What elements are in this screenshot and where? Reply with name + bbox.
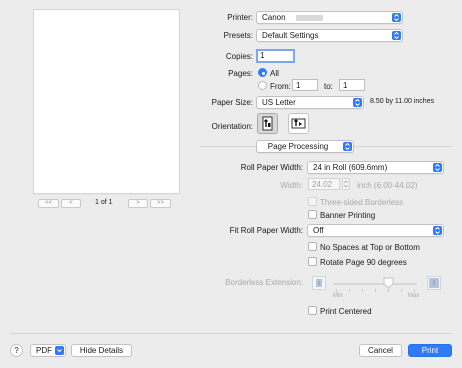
portrait-icon <box>262 116 273 131</box>
section-value: Page Processing <box>267 142 329 151</box>
landscape-orientation-button[interactable] <box>288 113 309 134</box>
cancel-button[interactable]: Cancel <box>359 344 402 357</box>
presets-value: Default Settings <box>262 31 319 40</box>
first-page-button[interactable]: << <box>38 199 59 208</box>
footer-separator <box>10 333 452 334</box>
slider-thumb[interactable] <box>383 277 394 289</box>
width-stepper[interactable] <box>342 178 350 190</box>
section-popup[interactable]: Page Processing <box>256 140 354 153</box>
chevron-updown-icon <box>433 163 442 172</box>
max-extension-icon <box>427 276 441 290</box>
fit-roll-paper-width-popup[interactable]: Off <box>307 224 444 237</box>
slider-tick <box>388 289 389 292</box>
three-sided-borderless-label: Three-sided Borderless <box>320 198 404 207</box>
landscape-icon <box>291 118 306 129</box>
roll-paper-width-value: 24 in Roll (609.6mm) <box>313 163 388 172</box>
no-spaces-checkbox[interactable] <box>308 242 317 251</box>
redacted-printer-model <box>296 15 323 21</box>
print-button[interactable]: Print <box>408 344 452 357</box>
width-field[interactable]: 24.02 <box>308 178 340 190</box>
slider-tick <box>414 289 415 292</box>
orientation-label: Orientation: <box>211 122 253 131</box>
pdf-label: PDF <box>36 346 52 355</box>
print-centered-checkbox[interactable] <box>308 306 317 315</box>
slider-tick <box>349 289 350 292</box>
chevron-updown-icon <box>392 13 401 22</box>
roll-paper-width-popup[interactable]: 24 in Roll (609.6mm) <box>307 161 444 174</box>
slider-tick <box>362 289 363 292</box>
print-centered-label: Print Centered <box>320 307 372 316</box>
printer-popup[interactable]: Canon <box>256 11 403 24</box>
rotate-page-checkbox[interactable] <box>308 257 317 266</box>
borderless-extension-slider[interactable] <box>333 283 417 285</box>
slider-tick <box>375 289 376 292</box>
pages-all-label: All <box>270 69 279 78</box>
chevron-updown-icon <box>433 226 442 235</box>
paper-dimensions: 8.50 by 11.00 inches <box>370 98 435 105</box>
presets-popup[interactable]: Default Settings <box>256 29 403 42</box>
page-preview <box>34 10 179 193</box>
next-page-button[interactable]: > <box>128 199 148 208</box>
width-unit: inch (6.00-44.02) <box>357 181 418 190</box>
last-page-button[interactable]: >> <box>150 199 171 208</box>
banner-printing-label: Banner Printing <box>320 211 376 220</box>
slider-tick <box>401 289 402 292</box>
portrait-orientation-button[interactable] <box>257 113 278 134</box>
previous-page-button[interactable]: < <box>61 199 81 208</box>
hide-details-button[interactable]: Hide Details <box>71 344 132 357</box>
stepper-arrows-icon <box>343 180 349 188</box>
borderless-extension-label: Borderless Extension: <box>225 278 303 287</box>
printer-value: Canon <box>262 13 286 22</box>
fit-roll-paper-width-value: Off <box>313 226 324 235</box>
copies-label: Copies: <box>225 52 253 61</box>
chevron-updown-icon <box>343 142 352 151</box>
pages-range-radio[interactable] <box>258 81 267 90</box>
help-button[interactable]: ? <box>10 344 23 357</box>
paper-size-popup[interactable]: US Letter <box>256 96 364 109</box>
paper-size-label: Paper Size: <box>211 98 253 107</box>
rotate-page-label: Rotate Page 90 degrees <box>320 258 407 267</box>
copies-field[interactable]: 1 <box>256 49 295 63</box>
printer-label: Printer: <box>227 13 253 22</box>
chevron-down-icon <box>55 346 64 355</box>
pdf-menu-button[interactable]: PDF <box>30 344 66 357</box>
slider-max-label: Max <box>408 293 420 299</box>
pages-to-field[interactable]: 1 <box>339 79 365 91</box>
pages-from-label: From: <box>270 82 291 91</box>
chevron-updown-icon <box>353 98 362 107</box>
slider-tick <box>336 289 337 292</box>
pages-to-label: to: <box>324 82 333 91</box>
presets-label: Presets: <box>223 31 253 40</box>
width-label: Width: <box>280 181 303 190</box>
roll-paper-width-label: Roll Paper Width: <box>240 163 303 172</box>
three-sided-borderless-checkbox[interactable] <box>308 197 317 206</box>
no-spaces-label: No Spaces at Top or Bottom <box>320 243 420 252</box>
banner-printing-checkbox[interactable] <box>308 210 317 219</box>
pages-from-field[interactable]: 1 <box>292 79 318 91</box>
fit-roll-paper-width-label: Fit Roll Paper Width: <box>229 226 303 235</box>
chevron-updown-icon <box>392 31 401 40</box>
pages-all-radio[interactable] <box>258 68 267 77</box>
page-indicator: 1 of 1 <box>95 199 113 206</box>
min-extension-icon <box>312 276 326 290</box>
pages-label: Pages: <box>228 69 253 78</box>
paper-size-value: US Letter <box>262 98 296 107</box>
slider-min-label: Min <box>333 293 343 299</box>
